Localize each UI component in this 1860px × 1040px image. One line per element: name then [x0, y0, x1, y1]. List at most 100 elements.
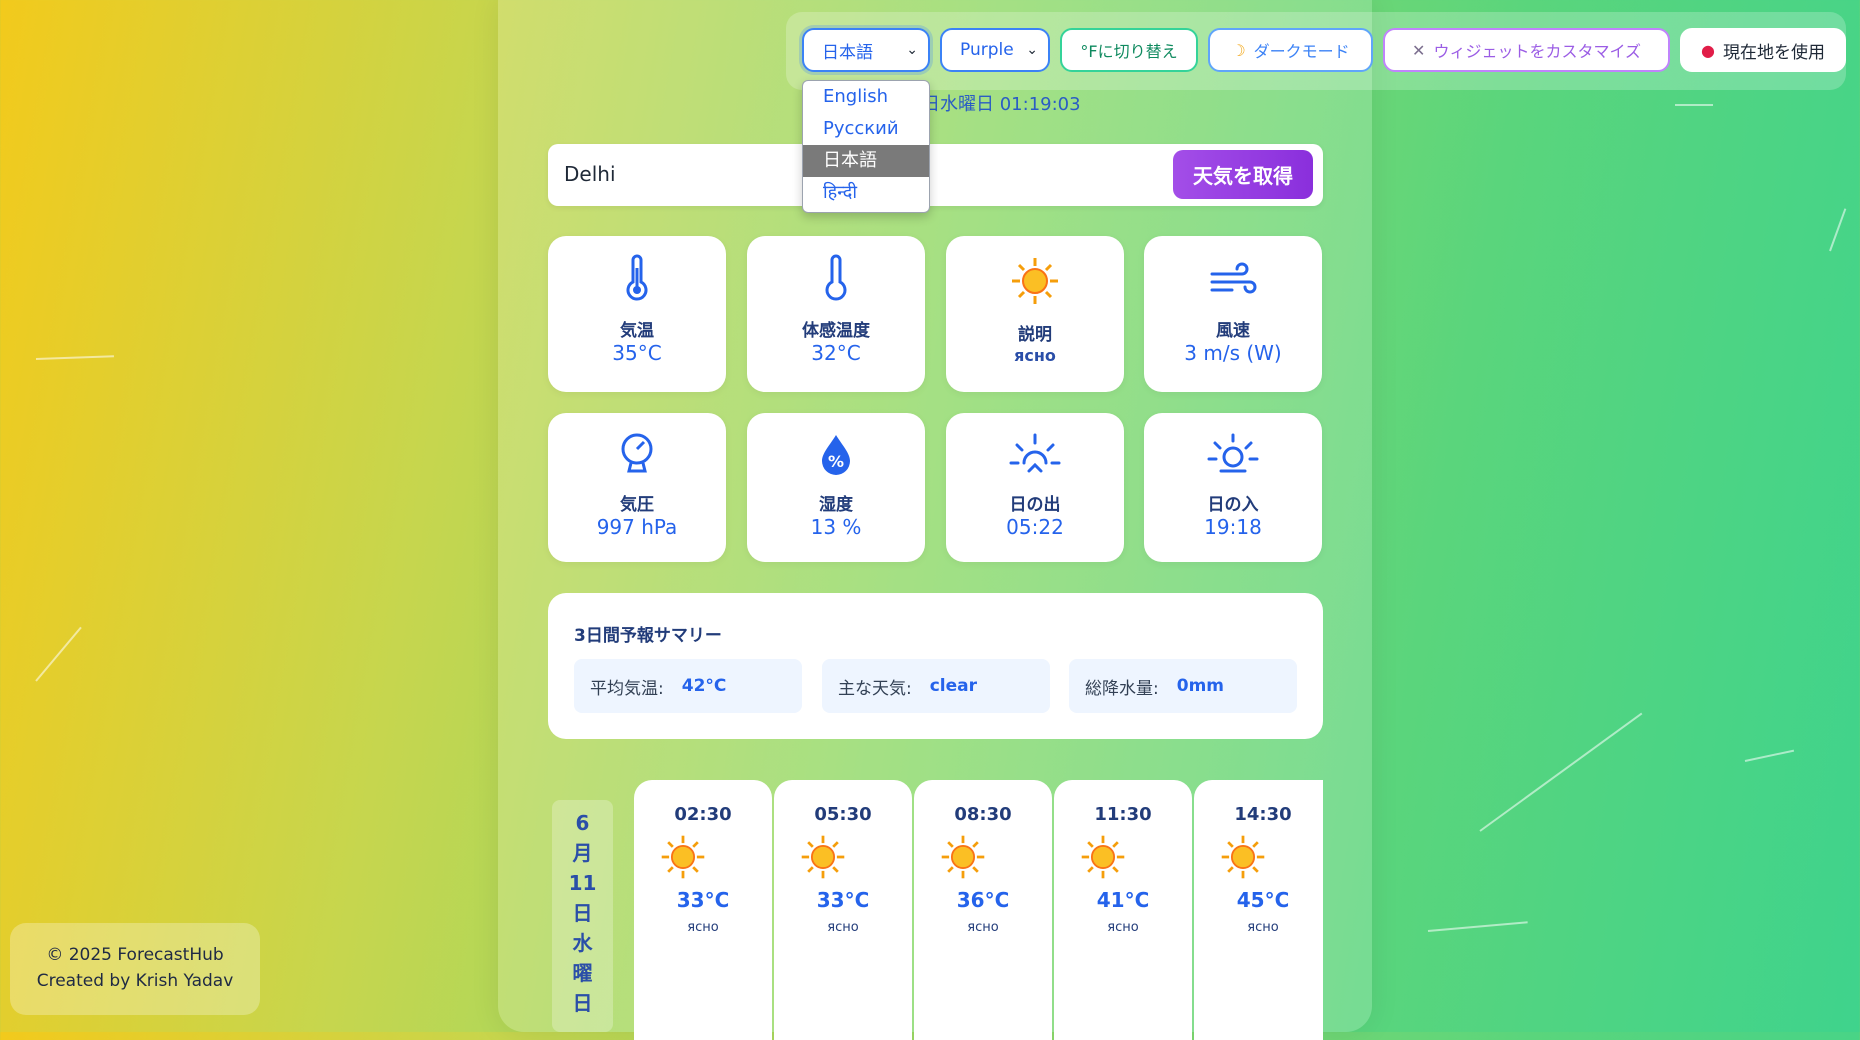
day-label-char: 日 [572, 991, 593, 1015]
sun-icon [946, 254, 1124, 304]
sun-icon [661, 835, 705, 879]
tile-label: 気温 [620, 321, 654, 341]
hourly-card: 11:30 41°C ясно [1054, 780, 1192, 1040]
forecast-summary: 3日間予報サマリー 平均気温: 42°C 主な天気: clear 総降水量: 0… [548, 593, 1323, 739]
tile-label: 体感温度 [802, 321, 870, 341]
unit-toggle-label: °Fに切り替え [1080, 42, 1178, 61]
language-dropdown: English Русский 日本語 हिन्दी [802, 80, 930, 213]
chevron-down-icon: ⌄ [1026, 42, 1038, 58]
description-tile: 説明 ясно [946, 236, 1124, 392]
hourly-desc: ясно [827, 920, 859, 935]
gauge-icon [548, 431, 726, 481]
date-time: 日水曜日 01:19:03 [922, 94, 1081, 115]
hourly-temp: 33°C [676, 888, 730, 912]
humidity-drop-icon: % [747, 431, 925, 481]
use-location-button[interactable]: ● 現在地を使用 [1680, 28, 1846, 72]
tile-value: 35°C [612, 341, 662, 365]
sun-icon [941, 835, 985, 879]
summary-item-main-weather: 主な天気: clear [822, 659, 1050, 713]
wind-speed-tile: 風速 3 m/s (W) [1144, 236, 1322, 392]
summary-title: 3日間予報サマリー [574, 626, 722, 646]
thermometer-icon [747, 254, 925, 304]
tile-label: 気圧 [620, 495, 654, 515]
unit-toggle-button[interactable]: °Fに切り替え [1060, 28, 1198, 72]
day-label-char: 6 [575, 811, 590, 835]
tile-label: 説明 [1018, 325, 1052, 345]
summary-item-avg-temp: 平均気温: 42°C [574, 659, 802, 713]
hourly-card: 14:30 45°C ясно [1194, 780, 1323, 1040]
day-label-char: 曜 [572, 961, 593, 985]
language-option-hindi[interactable]: हिन्दी [803, 177, 929, 209]
hourly-desc: ясно [1247, 920, 1279, 935]
summary-label: 総降水量: [1085, 678, 1159, 699]
search-bar: Delhi 天気を取得 [548, 144, 1323, 206]
tile-value: 19:18 [1204, 515, 1262, 539]
sunset-icon [1144, 431, 1322, 481]
theme-select[interactable]: Purple ⌄ [940, 28, 1050, 72]
background-line [35, 626, 82, 682]
footer: © 2025 ForecastHub Created by Krish Yada… [10, 923, 260, 1015]
day-label-char: 水 [572, 931, 593, 955]
hourly-time: 11:30 [1094, 804, 1152, 825]
hourly-desc: ясно [687, 920, 719, 935]
background-line [1479, 712, 1643, 832]
language-select-value: 日本語 [822, 42, 873, 63]
temperature-tile: 気温 35°C [548, 236, 726, 392]
tile-label: 日の出 [1009, 495, 1061, 515]
pressure-tile: 気圧 997 hPa [548, 413, 726, 562]
hourly-time: 02:30 [674, 804, 732, 825]
pin-icon: ● [1701, 40, 1715, 60]
sun-icon [801, 835, 845, 879]
language-select[interactable]: 日本語 ⌄ [802, 28, 930, 72]
background-line [1744, 749, 1795, 762]
footer-copyright: © 2025 ForecastHub [46, 945, 224, 965]
hourly-temp: 41°C [1096, 888, 1150, 912]
hourly-card: 05:30 33°C ясно [774, 780, 912, 1040]
background-line [1675, 104, 1713, 106]
hourly-temp: 33°C [816, 888, 870, 912]
background-line [1427, 921, 1528, 932]
language-option-japanese[interactable]: 日本語 [803, 145, 929, 177]
tile-value: 3 m/s (W) [1184, 341, 1282, 365]
theme-select-value: Purple [960, 40, 1014, 60]
hourly-desc: ясно [1107, 920, 1139, 935]
sun-icon [1221, 835, 1265, 879]
language-option-russian[interactable]: Русский [803, 113, 929, 145]
summary-value: 42°C [681, 676, 727, 696]
humidity-tile: % 湿度 13 % [747, 413, 925, 562]
hourly-temp: 36°C [956, 888, 1010, 912]
background-line [1829, 208, 1847, 252]
city-input[interactable]: Delhi [564, 162, 616, 186]
summary-value: 0mm [1176, 676, 1224, 696]
summary-item-precipitation: 総降水量: 0mm [1069, 659, 1297, 713]
tile-value: 32°C [811, 341, 861, 365]
tile-label: 日の入 [1207, 495, 1259, 515]
chevron-down-icon: ⌄ [906, 42, 918, 58]
summary-label: 平均気温: [590, 678, 664, 699]
day-label-char: 11 [568, 871, 597, 895]
dark-mode-label: ダークモード [1253, 42, 1350, 61]
background-line [35, 355, 114, 360]
feels-like-tile: 体感温度 32°C [747, 236, 925, 392]
get-weather-button[interactable]: 天気を取得 [1173, 150, 1313, 199]
customize-widgets-button[interactable]: ✕ ウィジェットをカスタマイズ [1383, 28, 1670, 72]
sunrise-icon [946, 431, 1124, 481]
tile-value: ясно [1014, 346, 1056, 365]
footer-credit: Created by Krish Yadav [36, 971, 234, 991]
svg-text:%: % [828, 452, 844, 471]
forecast-day-label: 6 月 11 日 水 曜 日 [552, 800, 613, 1032]
dark-mode-button[interactable]: ☽ ダークモード [1208, 28, 1373, 72]
sunrise-tile: 日の出 05:22 [946, 413, 1124, 562]
thermometer-icon [548, 254, 726, 304]
customize-label: ウィジェットをカスタマイズ [1433, 42, 1641, 61]
hourly-card: 08:30 36°C ясно [914, 780, 1052, 1040]
language-option-english[interactable]: English [803, 81, 929, 113]
tile-label: 湿度 [819, 495, 853, 515]
sunset-tile: 日の入 19:18 [1144, 413, 1322, 562]
hourly-temp: 45°C [1236, 888, 1290, 912]
summary-label: 主な天気: [838, 678, 912, 699]
wind-icon [1144, 254, 1322, 304]
tile-label: 風速 [1216, 321, 1250, 341]
hourly-card: 02:30 33°C ясно [634, 780, 772, 1040]
tile-value: 05:22 [1006, 515, 1064, 539]
